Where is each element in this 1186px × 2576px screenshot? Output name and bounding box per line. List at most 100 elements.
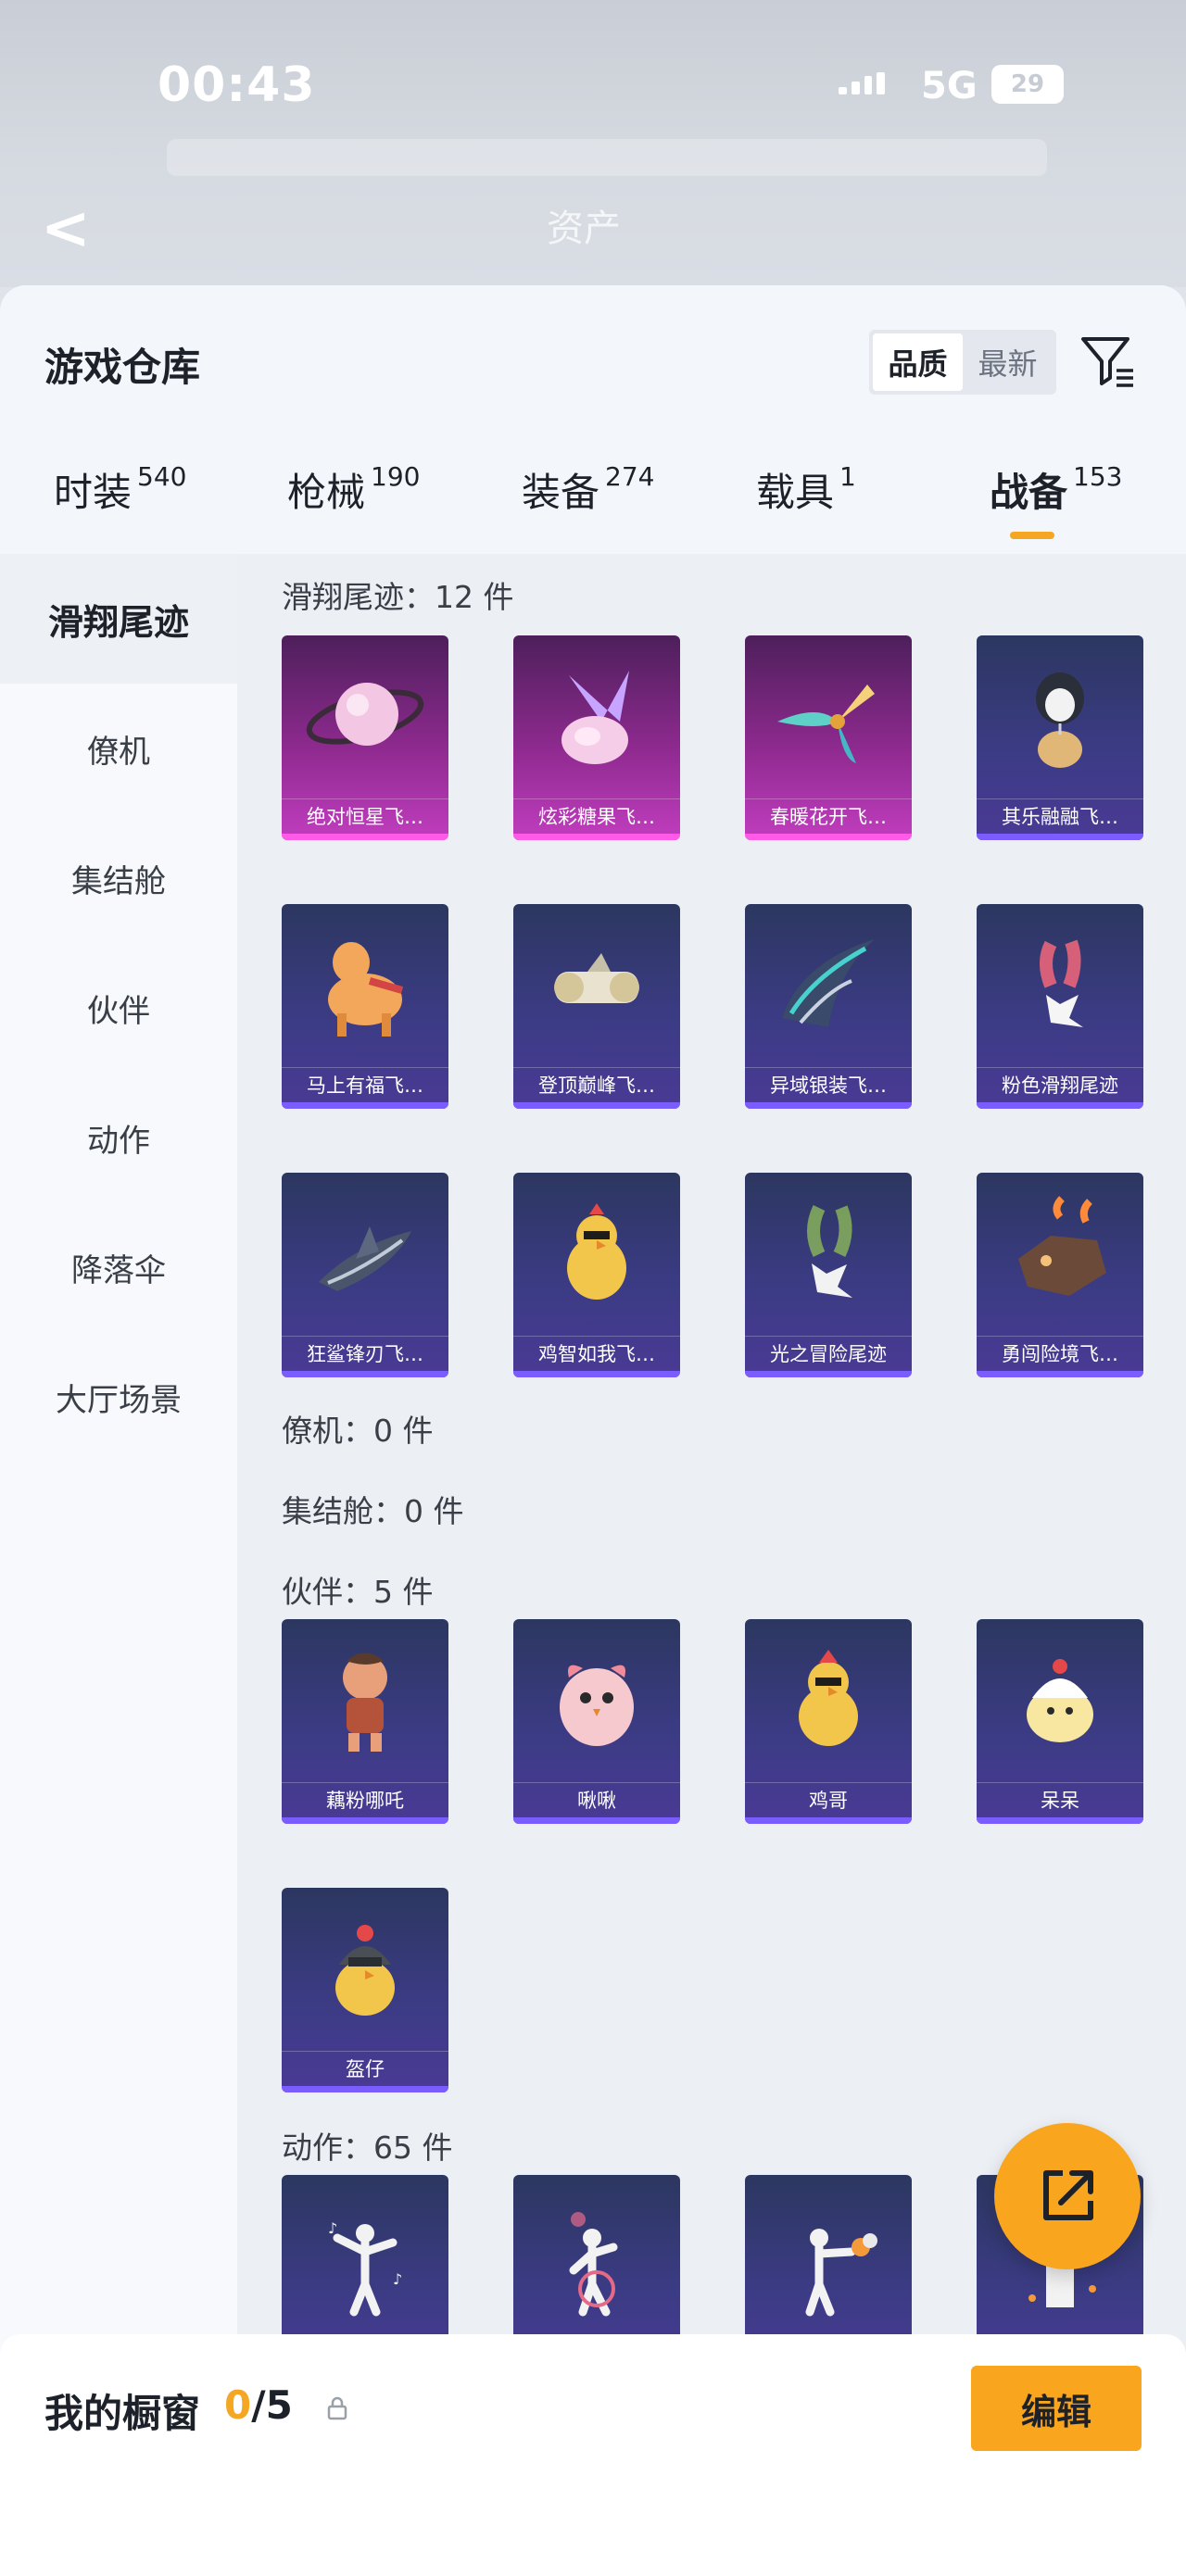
section-title-emote: 动作：65 件 [282,2130,453,2166]
showcase-count: 0/5 [224,2382,293,2428]
rarity-bar [977,1817,1143,1824]
item-image: ♪ ♪ [282,2175,448,2337]
tab-vehicles[interactable]: 载具 1 [756,461,856,554]
category-tabs: 时装 540 枪械 190 装备 274 载具 1 战备 153 [0,461,1186,554]
item-name: 登顶巅峰飞… [513,1067,680,1102]
item-name: 绝对恒星飞… [282,798,448,834]
showcase-count-current: 0 [224,2382,252,2428]
item-name: 狂鲨锋刃飞… [282,1336,448,1371]
rarity-bar [745,834,912,840]
item-card[interactable]: 炫彩糖果飞… [513,635,680,840]
item-card[interactable]: 勇闯险境飞… [977,1173,1143,1377]
tab-count: 190 [371,461,421,492]
item-card[interactable]: 啾啾 [513,1619,680,1824]
rarity-bar [513,1817,680,1824]
rarity-bar [282,1371,448,1377]
sidebar-item-partner[interactable]: 伙伴 [0,943,237,1073]
item-card[interactable]: 光之冒险尾迹 [745,1173,912,1377]
sidebar-item-wingman[interactable]: 僚机 [0,684,237,813]
page-title: 游戏仓库 [44,345,201,390]
back-icon[interactable]: < [41,195,91,263]
rarity-bar [977,1102,1143,1109]
nav-title: 资产 [547,207,621,250]
sort-option-newest[interactable]: 最新 [963,333,1053,391]
item-image [977,635,1143,798]
item-image [977,1173,1143,1335]
item-card[interactable]: 盔仔 [282,1888,448,2092]
rarity-bar [282,834,448,840]
signal-icon [839,72,885,94]
svg-text:♪: ♪ [393,2270,402,2288]
item-card[interactable]: 马上有福飞… [282,904,448,1109]
tab-weapons[interactable]: 枪械 190 [287,461,420,554]
warehouse-sheet: 游戏仓库 品质 最新 时装 540 枪械 190 装备 274 载具 1 战备 … [0,285,1186,2576]
share-button[interactable] [994,2123,1141,2269]
sidebar-item-glide-trail[interactable]: 滑翔尾迹 [0,554,237,684]
item-image [282,1619,448,1781]
battery-indicator: 29 [991,65,1064,104]
rarity-bar [513,1371,680,1377]
item-image [513,2175,680,2337]
sort-option-quality[interactable]: 品质 [873,333,963,391]
section-title-glide-trail: 滑翔尾迹：12 件 [282,579,514,615]
item-name: 啾啾 [513,1782,680,1817]
tab-label: 枪械 [287,470,366,515]
item-card[interactable]: 春暖花开飞… [745,635,912,840]
item-name: 炫彩糖果飞… [513,798,680,834]
tab-fashion[interactable]: 时装 540 [54,461,186,554]
sidebar-item-capsule[interactable]: 集结舱 [0,813,237,943]
tab-label: 载具 [756,470,835,515]
rarity-bar [282,1102,448,1109]
item-card[interactable]: 粉色滑翔尾迹 [977,904,1143,1109]
item-image [513,904,680,1066]
showcase-label: 我的橱窗 [44,2391,201,2436]
status-bar: 00:43 5G 29 < 资产 [0,0,1186,287]
item-image [745,904,912,1066]
rarity-bar [282,1817,448,1824]
item-image [513,635,680,798]
item-image [282,1173,448,1335]
item-grid: 滑翔尾迹：12 件 绝对恒星飞… 炫彩糖果飞… 春暖花开飞… 其乐融融飞… 马上… [237,554,1186,2576]
rarity-bar [282,2086,448,2092]
item-card[interactable]: 其乐融融飞… [977,635,1143,840]
item-name: 鸡智如我飞… [513,1336,680,1371]
item-card[interactable]: 狂鲨锋刃飞… [282,1173,448,1377]
tab-count: 153 [1073,461,1123,492]
item-image [977,1619,1143,1781]
sidebar-item-parachute[interactable]: 降落伞 [0,1202,237,1332]
lock-icon [327,2396,347,2420]
item-card[interactable]: 异域银装飞… [745,904,912,1109]
sidebar-item-emote[interactable]: 动作 [0,1073,237,1202]
rarity-bar [513,834,680,840]
filter-icon[interactable] [1079,333,1137,391]
item-image [282,904,448,1066]
edit-button[interactable]: 编辑 [971,2366,1142,2451]
item-image [745,1173,912,1335]
tab-battle-gear[interactable]: 战备 153 [990,461,1122,554]
sidebar: 滑翔尾迹 僚机 集结舱 伙伴 动作 降落伞 大厅场景 [0,554,237,2576]
item-card[interactable]: 鸡哥 [745,1619,912,1824]
svg-text:♪: ♪ [328,2219,337,2237]
rarity-bar [977,834,1143,840]
rarity-bar [745,1371,912,1377]
rarity-bar [977,1371,1143,1377]
item-card[interactable]: 登顶巅峰飞… [513,904,680,1109]
item-image [513,1619,680,1781]
item-name: 呆呆 [977,1782,1143,1817]
sidebar-item-lobby-scene[interactable]: 大厅场景 [0,1332,237,1462]
showcase-count-total: /5 [251,2382,293,2428]
active-tab-indicator [1010,532,1054,539]
tab-count: 1 [839,461,856,492]
tab-label: 时装 [54,470,132,515]
item-card[interactable]: 绝对恒星飞… [282,635,448,840]
item-card[interactable]: 藕粉哪吒 [282,1619,448,1824]
item-image [745,635,912,798]
section-title-capsule: 集结舱：0 件 [282,1493,464,1529]
tab-equipment[interactable]: 装备 274 [522,461,654,554]
item-name: 藕粉哪吒 [282,1782,448,1817]
item-image [282,1888,448,2050]
clock: 00:43 [158,57,316,113]
sort-toggle: 品质 最新 [869,330,1056,395]
item-card[interactable]: 鸡智如我飞… [513,1173,680,1377]
item-card[interactable]: 呆呆 [977,1619,1143,1824]
